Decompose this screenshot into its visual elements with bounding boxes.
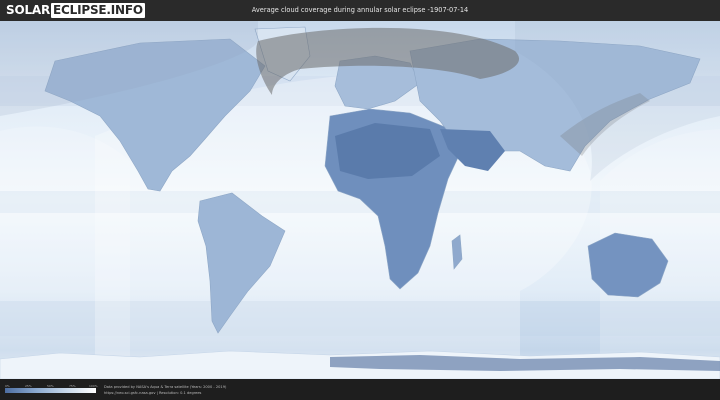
map-title: Average cloud coverage during annular so… [251, 6, 469, 14]
legend-tick: 50% [47, 384, 54, 388]
credit-line-url[interactable]: https://neo.sci.gsfc.nasa.gov | Resoluti… [104, 390, 226, 396]
legend-tick: 0% [5, 384, 10, 388]
logo-text-solar: SOLAR [6, 3, 51, 17]
penumbra-zone-left [0, 126, 130, 379]
legend-tick: 75% [69, 384, 76, 388]
logo-text-eclipse-info: ECLIPSE.INFO [51, 3, 145, 18]
legend-tick: 100% [89, 384, 98, 388]
legend-tick: 25% [25, 384, 32, 388]
legend-color-bar [5, 388, 96, 393]
data-credits: Data provided by NASA's Aqua & Terra sat… [104, 384, 226, 396]
header-bar: SOLAR ECLIPSE.INFO Average cloud coverag… [0, 0, 720, 21]
footer-bar: 0% 25% 50% 75% 100% Data provided by NAS… [0, 379, 720, 400]
legend-ticks: 0% 25% 50% 75% 100% [5, 384, 98, 388]
cloud-coverage-legend: 0% 25% 50% 75% 100% [5, 384, 98, 393]
cloud-coverage-map [0, 21, 720, 379]
site-logo[interactable]: SOLAR ECLIPSE.INFO [6, 3, 145, 18]
